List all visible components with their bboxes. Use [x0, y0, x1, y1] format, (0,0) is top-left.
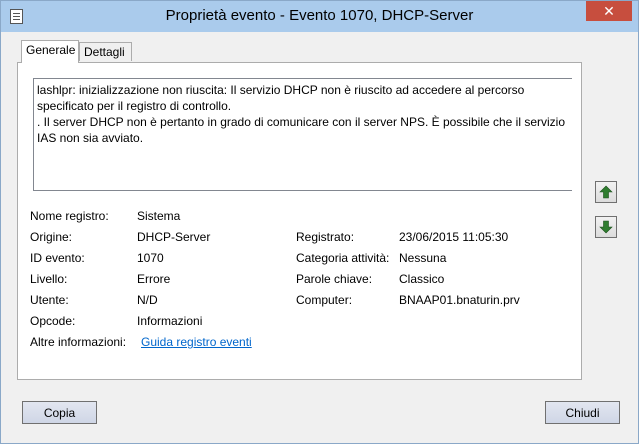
previous-event-button[interactable] [595, 181, 617, 203]
task-category-label: Categoria attività: [296, 251, 390, 265]
close-button[interactable]: Chiudi [545, 401, 620, 424]
close-window-button[interactable]: ✕ [586, 1, 632, 21]
task-category-value: Nessuna [399, 251, 447, 265]
source-label: Origine: [30, 230, 73, 244]
user-value: N/D [137, 293, 158, 307]
tab-details[interactable]: Dettagli [79, 42, 132, 61]
event-log-help-link[interactable]: Guida registro eventi [141, 335, 252, 349]
event-id-label: ID evento: [30, 251, 85, 265]
logged-label: Registrato: [296, 230, 355, 244]
event-description[interactable]: lashlpr: inizializzazione non riuscita: … [33, 78, 572, 191]
arrow-down-icon [599, 220, 613, 234]
source-value: DHCP-Server [137, 230, 211, 244]
opcode-value: Informazioni [137, 314, 203, 328]
window-title: Proprietà evento - Evento 1070, DHCP-Ser… [165, 7, 474, 24]
more-info-label: Altre informazioni: [30, 335, 127, 349]
log-name-label: Nome registro: [30, 209, 109, 223]
level-value: Errore [137, 272, 171, 286]
level-label: Livello: [30, 272, 68, 286]
opcode-label: Opcode: [30, 314, 76, 328]
event-properties-window: Proprietà evento - Evento 1070, DHCP-Ser… [0, 0, 639, 444]
copy-button[interactable]: Copia [22, 401, 97, 424]
title-bar[interactable]: Proprietà evento - Evento 1070, DHCP-Ser… [1, 1, 638, 32]
user-label: Utente: [30, 293, 69, 307]
event-id-value: 1070 [137, 251, 164, 265]
computer-value: BNAAP01.bnaturin.prv [399, 293, 520, 307]
keywords-label: Parole chiave: [296, 272, 373, 286]
keywords-value: Classico [399, 272, 445, 286]
log-name-value: Sistema [137, 209, 181, 223]
tab-general[interactable]: Generale [21, 40, 79, 63]
arrow-up-icon [599, 185, 613, 199]
next-event-button[interactable] [595, 216, 617, 238]
logged-value: 23/06/2015 11:05:30 [399, 230, 509, 244]
computer-label: Computer: [296, 293, 353, 307]
